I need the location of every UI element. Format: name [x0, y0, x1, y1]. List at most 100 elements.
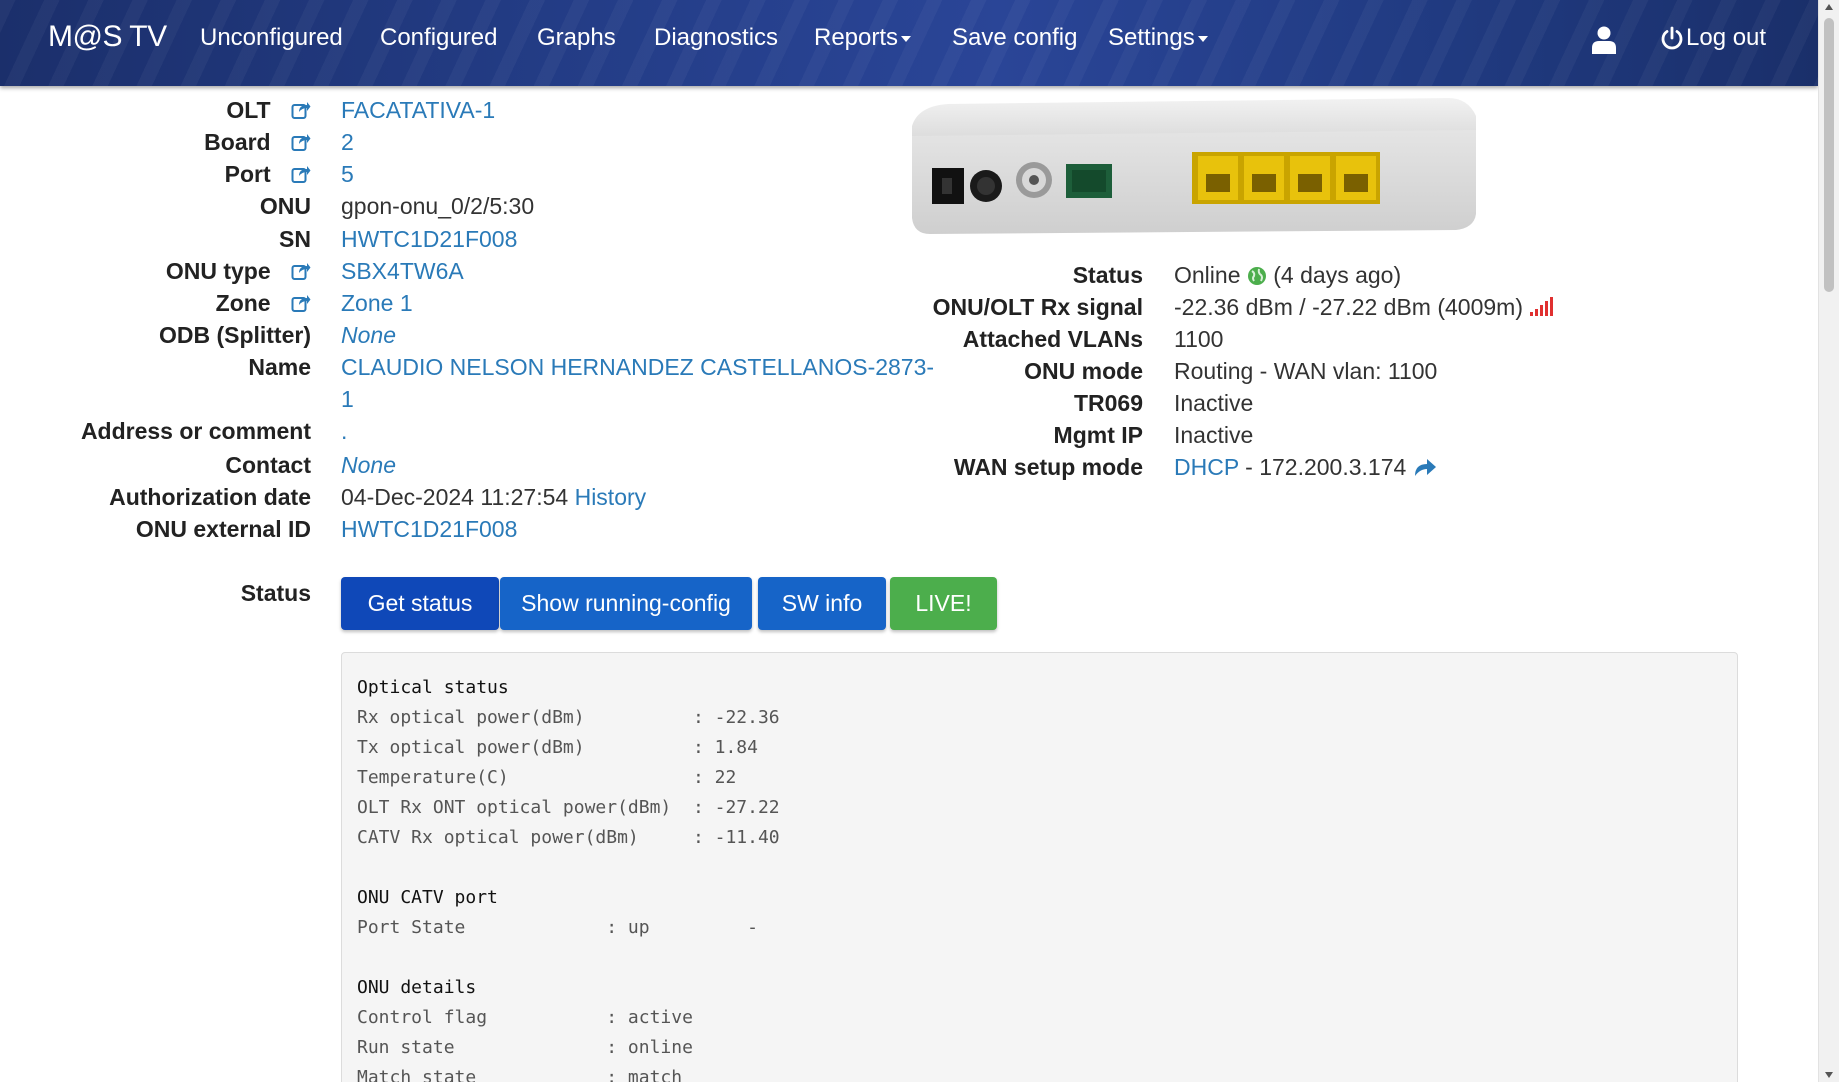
status-output-box: Optical status Rx optical power(dBm) : -… — [341, 652, 1738, 1082]
output-line: ONU details — [357, 977, 477, 998]
external-link-icon[interactable] — [291, 293, 311, 313]
port-value-link[interactable]: 5 — [341, 161, 354, 188]
olt-value-link[interactable]: FACATATIVA-1 — [341, 97, 495, 124]
nav-reports-dropdown[interactable]: Reports — [814, 24, 912, 52]
nav-settings-dropdown[interactable]: Settings — [1108, 24, 1208, 52]
output-line: Match state : match — [357, 1067, 683, 1082]
output-line: Port State : up - — [357, 917, 758, 938]
live-button[interactable]: LIVE! — [890, 577, 997, 630]
globe-online-icon — [1247, 267, 1266, 285]
address-value-link[interactable]: . — [341, 418, 347, 445]
output-line: ONU CATV port — [357, 887, 498, 908]
onu-type-value-link[interactable]: SBX4TW6A — [341, 258, 464, 285]
contact-label: Contact — [225, 452, 311, 478]
sw-info-button[interactable]: SW info — [758, 577, 886, 630]
output-line: Optical status — [357, 677, 509, 698]
board-label-row: Board — [204, 129, 311, 156]
mgmt-ip-label: Mgmt IP — [1053, 422, 1143, 448]
name-value-link-line1[interactable]: CLAUDIO NELSON HERNANDEZ CASTELLANOS-287… — [341, 354, 934, 381]
zone-value-link[interactable]: Zone 1 — [341, 290, 413, 317]
vlans-value-link[interactable]: 1100 — [1174, 326, 1223, 353]
olt-label-row: OLT — [226, 97, 311, 124]
onu-type-label: ONU type — [165, 258, 271, 284]
name-label: Name — [248, 354, 311, 380]
output-line: CATV Rx optical power(dBm) : -11.40 — [357, 827, 780, 848]
port-label: Port — [224, 161, 271, 187]
status-section-label: Status — [240, 580, 311, 606]
status-value-row: Online (4 days ago) — [1174, 262, 1401, 289]
scrollbar-thumb[interactable] — [1824, 18, 1834, 292]
sn-label: SN — [279, 226, 311, 252]
scroll-up-arrow-icon[interactable] — [1825, 4, 1833, 10]
brand-logo[interactable]: M@S TV — [48, 20, 167, 54]
external-link-icon[interactable] — [291, 100, 311, 120]
output-line: Tx optical power(dBm) : 1.84 — [357, 737, 758, 758]
external-link-icon[interactable] — [291, 164, 311, 184]
zone-label-row: Zone — [216, 290, 311, 317]
external-id-label: ONU external ID — [135, 516, 311, 542]
onu-mode-label: ONU mode — [1024, 358, 1143, 384]
nav-reports-label: Reports — [814, 24, 899, 51]
olt-label: OLT — [226, 97, 271, 123]
rx-signal-value: -22.36 dBm / -27.22 dBm (4009m) — [1174, 294, 1523, 320]
wan-setup-label: WAN setup mode — [953, 454, 1143, 480]
status-label: Status — [1072, 262, 1143, 288]
odb-value-link[interactable]: None — [341, 322, 396, 349]
logout-label: Log out — [1686, 24, 1767, 51]
get-status-button[interactable]: Get status — [341, 577, 499, 630]
external-link-icon[interactable] — [291, 132, 311, 152]
nav-settings-label: Settings — [1108, 24, 1195, 51]
odb-label: ODB (Splitter) — [158, 322, 311, 348]
sn-value-link[interactable]: HWTC1D21F008 — [341, 226, 517, 253]
wan-setup-row: DHCP - 172.200.3.174 — [1174, 454, 1437, 481]
port-label-row: Port — [225, 161, 311, 188]
external-id-value-link[interactable]: HWTC1D21F008 — [341, 516, 517, 543]
contact-value-link[interactable]: None — [341, 452, 396, 479]
wan-ip-value: - 172.200.3.174 — [1238, 454, 1407, 480]
caret-down-icon — [901, 35, 912, 42]
rx-signal-row: -22.36 dBm / -27.22 dBm (4009m) — [1174, 294, 1554, 321]
board-label: Board — [204, 129, 271, 155]
address-label: Address or comment — [80, 418, 311, 444]
onu-mode-value-link[interactable]: Routing - WAN vlan: 1100 — [1174, 358, 1437, 385]
tr069-value-link[interactable]: Inactive — [1174, 390, 1253, 417]
name-value-link-line2[interactable]: 1 — [341, 386, 354, 413]
dhcp-link[interactable]: DHCP — [1174, 454, 1239, 480]
nav-unconfigured[interactable]: Unconfigured — [200, 24, 343, 52]
output-line: Rx optical power(dBm) : -22.36 — [357, 707, 780, 728]
nav-diagnostics[interactable]: Diagnostics — [654, 24, 778, 52]
vlans-label: Attached VLANs — [962, 326, 1143, 352]
logout-button[interactable]: Log out — [1660, 24, 1766, 52]
show-running-config-button[interactable]: Show running-config — [500, 577, 752, 630]
board-value-link[interactable]: 2 — [341, 129, 354, 156]
zone-label: Zone — [215, 290, 271, 316]
onu-device-image — [912, 98, 1476, 234]
onu-label: ONU — [259, 193, 311, 219]
auth-date-label: Authorization date — [109, 484, 311, 510]
external-link-icon[interactable] — [291, 261, 311, 281]
nav-graphs[interactable]: Graphs — [537, 24, 616, 52]
nav-save-config[interactable]: Save config — [952, 24, 1077, 52]
nav-configured[interactable]: Configured — [380, 24, 497, 52]
page-scrollbar[interactable] — [1818, 0, 1839, 1082]
signal-bars-icon — [1530, 297, 1554, 316]
user-icon[interactable] — [1592, 26, 1616, 54]
share-arrow-icon[interactable] — [1413, 457, 1437, 477]
rx-signal-label: ONU/OLT Rx signal — [932, 294, 1143, 320]
tr069-label: TR069 — [1073, 390, 1143, 416]
output-line: Run state : online — [357, 1037, 693, 1058]
onu-type-label-row: ONU type — [166, 258, 311, 285]
power-icon — [1661, 26, 1683, 50]
onu-value: gpon-onu_0/2/5:30 — [341, 193, 535, 219]
auth-date-value: 04-Dec-2024 11:27:54 — [341, 484, 569, 510]
output-line: Control flag : active — [357, 1007, 693, 1028]
history-link[interactable]: History — [575, 484, 647, 510]
caret-down-icon — [1197, 35, 1208, 42]
mgmt-ip-value-link[interactable]: Inactive — [1174, 422, 1253, 449]
status-value: Online — [1174, 262, 1241, 288]
top-navbar: M@S TV Unconfigured Configured Graphs Di… — [0, 0, 1818, 86]
status-ago: (4 days ago) — [1273, 262, 1402, 288]
scroll-down-arrow-icon[interactable] — [1825, 1072, 1833, 1078]
